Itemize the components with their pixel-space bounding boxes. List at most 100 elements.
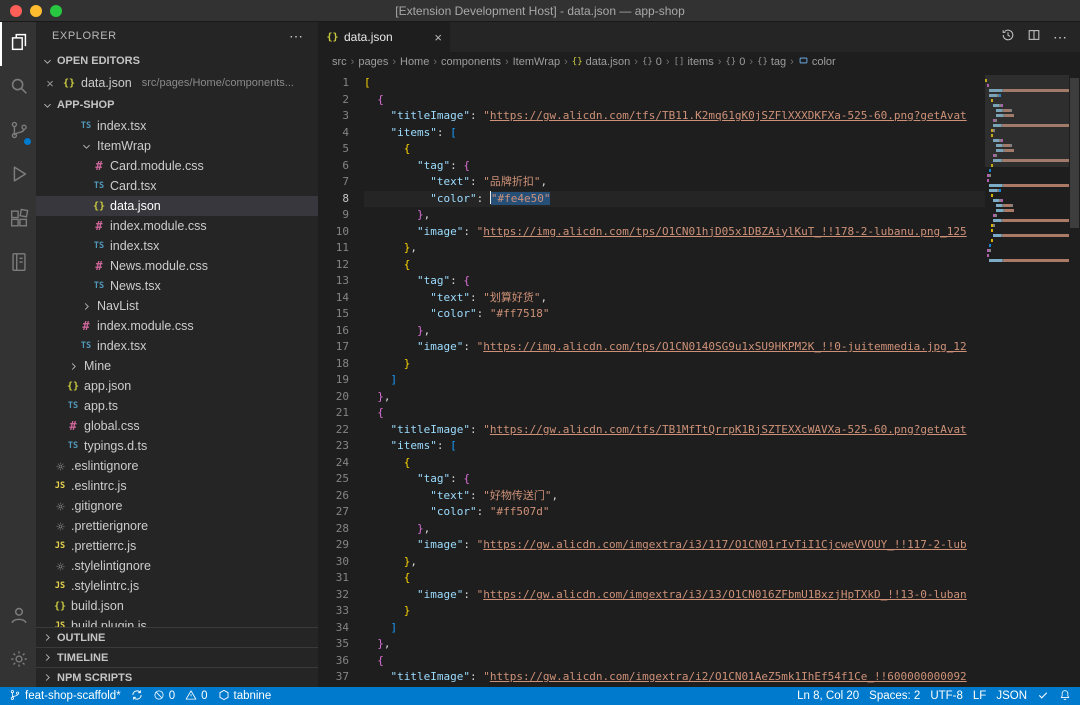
status-indentation[interactable]: Spaces: 2 (864, 687, 925, 705)
code-line-5[interactable]: { (364, 141, 985, 158)
activity-explorer[interactable] (0, 22, 36, 66)
breadcrumb-item-components[interactable]: components (441, 56, 501, 68)
breadcrumb-item-pages[interactable]: pages (358, 56, 388, 68)
breadcrumb-item-0[interactable]: {} 0 (725, 56, 745, 68)
activity-extensions[interactable] (0, 198, 36, 242)
code-line-9[interactable]: }, (364, 207, 985, 224)
status-formatter[interactable] (1032, 687, 1054, 705)
status-problems-errors[interactable]: 0 (148, 687, 180, 705)
file-item-typings-d-ts[interactable]: TS typings.d.ts (36, 436, 318, 456)
status-cursor-position[interactable]: Ln 8, Col 20 (792, 687, 864, 705)
history-icon[interactable] (1001, 28, 1015, 47)
code-line-36[interactable]: { (364, 653, 985, 670)
code-line-14[interactable]: "text": "划算好货", (364, 290, 985, 307)
breadcrumb-item-0[interactable]: {} 0 (642, 56, 662, 68)
status-encoding[interactable]: UTF-8 (925, 687, 968, 705)
code-line-20[interactable]: }, (364, 389, 985, 406)
section-npm-scripts[interactable]: NPM SCRIPTS (36, 667, 318, 687)
file-item-data-json[interactable]: {} data.json (36, 196, 318, 216)
file-item-eslintignore[interactable]: .eslintignore (36, 456, 318, 476)
minimap[interactable] (985, 75, 1069, 687)
file-item-build-json[interactable]: {} build.json (36, 596, 318, 616)
breadcrumb-item-home[interactable]: Home (400, 56, 429, 68)
file-item-global-css[interactable]: # global.css (36, 416, 318, 436)
status-eol[interactable]: LF (968, 687, 991, 705)
status-problems-warnings[interactable]: 0 (180, 687, 212, 705)
status-git-branch[interactable]: feat-shop-scaffold* (4, 687, 126, 705)
code-line-30[interactable]: }, (364, 554, 985, 571)
code-line-27[interactable]: "color": "#ff507d" (364, 504, 985, 521)
activity-manage[interactable] (0, 639, 36, 683)
code-line-32[interactable]: "image": "https://gw.alicdn.com/imgextra… (364, 587, 985, 604)
code-line-21[interactable]: { (364, 405, 985, 422)
minimap-slider[interactable] (985, 75, 1069, 167)
status-tabnine[interactable]: tabnine (213, 687, 277, 705)
code-line-33[interactable]: } (364, 603, 985, 620)
open-editor-item-data-json[interactable]: × {} data.json src/pages/Home/components… (36, 72, 318, 94)
scrollbar-thumb[interactable] (1070, 78, 1079, 228)
code-line-11[interactable]: }, (364, 240, 985, 257)
breadcrumb-item-src[interactable]: src (332, 56, 347, 68)
file-item-gitignore[interactable]: .gitignore (36, 496, 318, 516)
minimize-window-button[interactable] (30, 4, 42, 17)
code-content[interactable]: [ { "titleImage": "https://gw.alicdn.com… (364, 75, 985, 687)
status-language-mode[interactable]: JSON (991, 687, 1032, 705)
code-line-18[interactable]: } (364, 356, 985, 373)
file-item-index-module-css[interactable]: # index.module.css (36, 316, 318, 336)
file-item-eslintrc-js[interactable]: JS .eslintrc.js (36, 476, 318, 496)
breadcrumb-item-data-json[interactable]: {} data.json (572, 56, 631, 68)
code-line-23[interactable]: "items": [ (364, 438, 985, 455)
code-line-13[interactable]: "tag": { (364, 273, 985, 290)
activity-run-and-debug[interactable] (0, 154, 36, 198)
code-line-34[interactable]: ] (364, 620, 985, 637)
file-item-news-module-css[interactable]: # News.module.css (36, 256, 318, 276)
code-line-6[interactable]: "tag": { (364, 158, 985, 175)
code-line-8[interactable]: "color": "#fe4e50" (364, 190, 985, 208)
code-line-31[interactable]: { (364, 570, 985, 587)
file-item-stylelintignore[interactable]: .stylelintignore (36, 556, 318, 576)
breadcrumb-item-itemwrap[interactable]: ItemWrap (513, 56, 560, 68)
code-line-37[interactable]: "titleImage": "https://gw.alicdn.com/img… (364, 669, 985, 686)
section-timeline[interactable]: TIMELINE (36, 647, 318, 667)
code-line-19[interactable]: ] (364, 372, 985, 389)
breadcrumb-item-color[interactable]: color (798, 55, 836, 69)
code-line-17[interactable]: "image": "https://img.alicdn.com/tps/O1C… (364, 339, 985, 356)
file-item-app-ts[interactable]: TS app.ts (36, 396, 318, 416)
code-line-7[interactable]: "text": "品牌折扣", (364, 174, 985, 191)
file-item-card-tsx[interactable]: TS Card.tsx (36, 176, 318, 196)
status-sync-changes[interactable] (126, 687, 148, 705)
section-outline[interactable]: OUTLINE (36, 627, 318, 647)
folder-item-itemwrap[interactable]: ItemWrap (36, 136, 318, 156)
open-editors-header[interactable]: OPEN EDITORS (36, 50, 318, 72)
activity-search[interactable] (0, 66, 36, 110)
file-item-index-module-css[interactable]: # index.module.css (36, 216, 318, 236)
folder-item-navlist[interactable]: NavList (36, 296, 318, 316)
code-line-2[interactable]: { (364, 92, 985, 109)
zoom-window-button[interactable] (50, 4, 62, 17)
close-editor-icon[interactable]: × (43, 76, 57, 91)
file-item-index-tsx[interactable]: TS index.tsx (36, 116, 318, 136)
code-line-4[interactable]: "items": [ (364, 125, 985, 142)
activity-notebook[interactable] (0, 242, 36, 286)
code-line-10[interactable]: "image": "https://img.alicdn.com/tps/O1C… (364, 224, 985, 241)
file-item-index-tsx[interactable]: TS index.tsx (36, 336, 318, 356)
code-line-16[interactable]: }, (364, 323, 985, 340)
code-line-15[interactable]: "color": "#ff7518" (364, 306, 985, 323)
code-line-24[interactable]: { (364, 455, 985, 472)
code-line-35[interactable]: }, (364, 636, 985, 653)
status-notifications[interactable] (1054, 687, 1076, 705)
code-line-3[interactable]: "titleImage": "https://gw.alicdn.com/tfs… (364, 108, 985, 125)
breadcrumb-item-items[interactable]: [] items (674, 56, 714, 68)
file-item-index-tsx[interactable]: TS index.tsx (36, 236, 318, 256)
file-item-app-json[interactable]: {} app.json (36, 376, 318, 396)
code-line-1[interactable]: [ (364, 75, 985, 92)
code-line-29[interactable]: "image": "https://gw.alicdn.com/imgextra… (364, 537, 985, 554)
vertical-scrollbar[interactable] (1069, 75, 1080, 687)
code-line-28[interactable]: }, (364, 521, 985, 538)
activity-accounts[interactable] (0, 595, 36, 639)
code-line-22[interactable]: "titleImage": "https://gw.alicdn.com/tfs… (364, 422, 985, 439)
file-item-news-tsx[interactable]: TS News.tsx (36, 276, 318, 296)
split-editor-icon[interactable] (1027, 28, 1041, 47)
more-actions-icon[interactable]: ⋯ (1053, 29, 1068, 46)
file-item-prettierignore[interactable]: .prettierignore (36, 516, 318, 536)
